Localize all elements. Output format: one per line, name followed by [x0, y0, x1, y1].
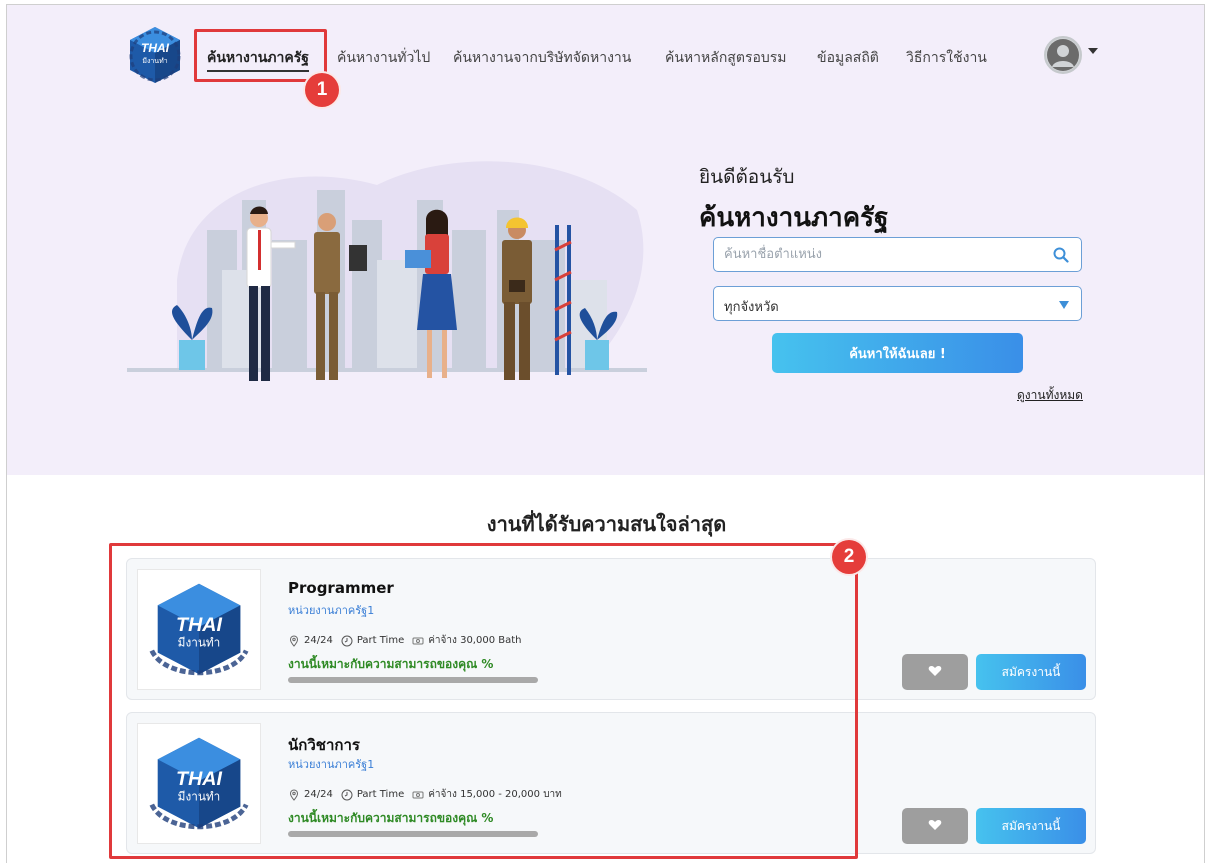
section-title: งานที่ได้รับความสนใจล่าสุด — [486, 512, 727, 536]
annotation-box-2 — [109, 543, 858, 859]
browser-page: THAI มีงานทำ ค้นหางานภาครัฐ ค้นหางานทั่ว… — [6, 4, 1205, 863]
user-avatar-icon[interactable] — [1044, 36, 1082, 74]
hero-wave-divider — [7, 435, 1204, 474]
chevron-down-icon[interactable] — [1088, 48, 1098, 54]
svg-text:THAI: THAI — [141, 41, 170, 55]
hero-illustration — [127, 161, 647, 381]
province-select[interactable]: ทุกจังหวัด — [713, 286, 1082, 321]
position-search-input[interactable] — [714, 238, 1044, 271]
search-submit-button[interactable]: ค้นหาให้ฉันเลย ! — [772, 333, 1023, 373]
favorite-button[interactable] — [902, 808, 968, 844]
nav-item-statistics[interactable]: ข้อมูลสถิติ — [817, 47, 879, 69]
annotation-box-1 — [194, 29, 327, 82]
nav-item-training-courses[interactable]: ค้นหาหลักสูตรอบรม — [665, 47, 787, 69]
position-search-field — [713, 237, 1082, 272]
apply-job-button[interactable]: สมัครงานนี้ — [976, 654, 1086, 690]
nav-item-agency-jobs[interactable]: ค้นหางานจากบริษัทจัดหางาน — [453, 47, 631, 69]
province-select-value: ทุกจังหวัด — [724, 300, 779, 315]
hero-title: ค้นหางานภาครัฐ — [699, 203, 889, 233]
dropdown-caret-icon — [1059, 301, 1069, 309]
favorite-button[interactable] — [902, 654, 968, 690]
heart-icon — [928, 665, 942, 676]
apply-job-button[interactable]: สมัครงานนี้ — [976, 808, 1086, 844]
nav-item-general-jobs[interactable]: ค้นหางานทั่วไป — [337, 47, 430, 69]
heart-icon — [928, 819, 942, 830]
annotation-badge-1: 1 — [305, 73, 339, 107]
thai-mee-ngan-tam-logo[interactable]: THAI มีงานทำ — [128, 25, 182, 85]
see-all-jobs-link[interactable]: ดูงานทั้งหมด — [1017, 386, 1083, 405]
search-icon[interactable] — [1053, 247, 1069, 263]
svg-text:มีงานทำ: มีงานทำ — [142, 57, 167, 65]
annotation-badge-2: 2 — [832, 540, 866, 574]
welcome-text: ยินดีต้อนรับ — [699, 166, 795, 188]
nav-item-how-to-use[interactable]: วิธีการใช้งาน — [906, 47, 987, 69]
